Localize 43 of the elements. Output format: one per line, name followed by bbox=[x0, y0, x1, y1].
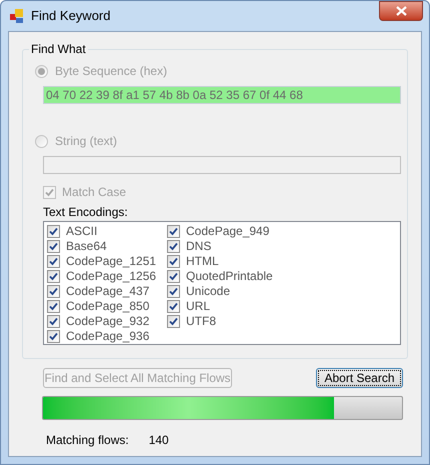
list-item[interactable]: HTML bbox=[186, 254, 219, 269]
list-item[interactable]: DNS bbox=[186, 239, 212, 254]
checkbox[interactable] bbox=[47, 255, 60, 268]
checkbox[interactable] bbox=[47, 300, 60, 313]
checkbox[interactable] bbox=[47, 240, 60, 253]
checkbox[interactable] bbox=[167, 255, 180, 268]
list-item[interactable]: UTF8 bbox=[186, 314, 216, 329]
close-button[interactable] bbox=[379, 1, 423, 21]
close-icon bbox=[396, 6, 406, 16]
checkbox[interactable] bbox=[167, 225, 180, 238]
list-item[interactable]: URL bbox=[186, 299, 210, 314]
window-icon bbox=[9, 8, 25, 24]
text-field[interactable] bbox=[43, 156, 401, 174]
checkbox[interactable] bbox=[167, 285, 180, 298]
list-item[interactable]: QuotedPrintable bbox=[186, 269, 273, 284]
checkbox[interactable] bbox=[47, 315, 60, 328]
window-title: Find Keyword bbox=[31, 7, 110, 26]
checkbox[interactable] bbox=[167, 300, 180, 313]
abort-button[interactable]: Abort Search bbox=[316, 368, 403, 388]
list-item[interactable]: Unicode bbox=[186, 284, 230, 299]
list-item[interactable]: CodePage_932 bbox=[66, 314, 150, 329]
checkbox[interactable] bbox=[167, 270, 180, 283]
checkbox[interactable] bbox=[47, 330, 60, 343]
checkbox-label: Match Case bbox=[62, 184, 126, 201]
list-item[interactable]: CodePage_850 bbox=[66, 299, 150, 314]
radio-label: String (text) bbox=[55, 133, 118, 150]
encodings-list[interactable]: ASCII Base64 CodePage_1251 CodePage_1256 CodePage_437 CodePage_850 CodePage_932 CodePage_936 CodePage_949 DNS HTML QuotedPrintable Unicode URL UTF8 bbox=[43, 221, 401, 345]
section-label: Text Encodings: bbox=[43, 205, 129, 219]
checkbox[interactable] bbox=[47, 285, 60, 298]
list-item[interactable]: CodePage_936 bbox=[66, 329, 150, 344]
checkbox[interactable] bbox=[167, 315, 180, 328]
list-item[interactable]: CodePage_1256 bbox=[66, 269, 156, 284]
radio-label: Byte Sequence (hex) bbox=[55, 63, 168, 80]
list-item[interactable]: CodePage_949 bbox=[186, 224, 270, 239]
result-value: 140 bbox=[148, 432, 169, 449]
list-item[interactable]: ASCII bbox=[66, 224, 98, 239]
checkbox[interactable] bbox=[47, 225, 60, 238]
list-item[interactable]: CodePage_437 bbox=[66, 284, 150, 299]
checkbox[interactable] bbox=[167, 240, 180, 253]
list-item[interactable]: CodePage_1251 bbox=[66, 254, 156, 269]
result-label: Matching flows: bbox=[46, 432, 129, 449]
list-item[interactable]: Base64 bbox=[66, 239, 107, 254]
checkbox[interactable] bbox=[47, 270, 60, 283]
